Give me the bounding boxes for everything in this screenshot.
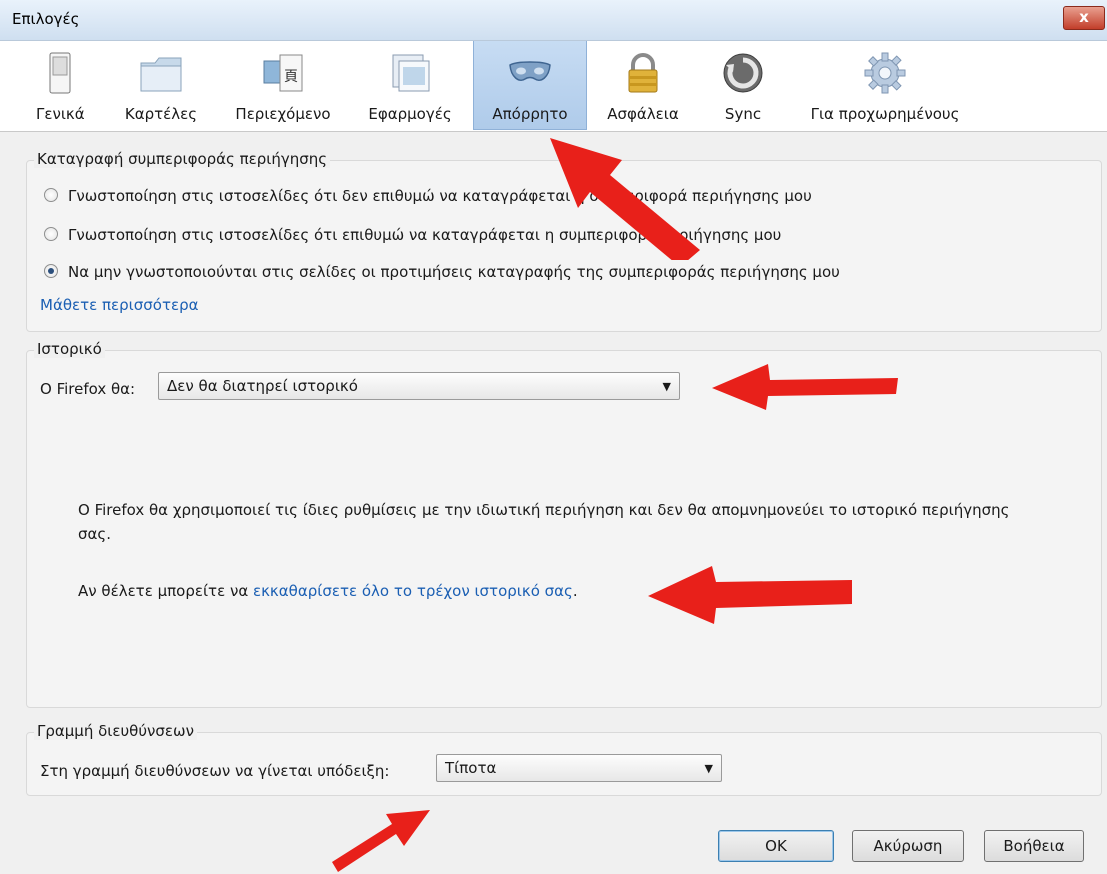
- tracking-group-title: Καταγραφή συμπεριφοράς περιήγησης: [34, 150, 331, 168]
- svg-text:頁: 頁: [284, 69, 298, 85]
- help-button[interactable]: Βοήθεια: [984, 830, 1084, 862]
- suggest-select[interactable]: Τίποτα ▼: [436, 754, 722, 782]
- sync-icon: [723, 53, 763, 93]
- chevron-down-icon: ▼: [704, 762, 713, 775]
- history-mode-value: Δεν θα διατηρεί ιστορικό: [167, 377, 358, 395]
- clear-history-line: Αν θέλετε μπορείτε να εκκαθαρίσετε όλο τ…: [78, 582, 578, 600]
- chevron-down-icon: ▼: [662, 380, 671, 393]
- tab-sync-label: Sync: [724, 105, 762, 123]
- preferences-toolbar: Γενικά Καρτέλες 頁 Περιεχόμενο Εφαρμογές …: [0, 41, 1107, 132]
- clear-history-prefix: Αν θέλετε μπορείτε να: [78, 582, 253, 600]
- history-description: Ο Firefox θα χρησιμοποιεί τις ίδιες ρυθμ…: [78, 501, 1010, 543]
- location-bar-group-title: Γραμμή διευθύνσεων: [34, 722, 197, 740]
- tab-content-label: Περιεχόμενο: [235, 105, 331, 123]
- window-title: Επιλογές: [12, 10, 80, 28]
- tab-security[interactable]: Ασφάλεια: [596, 41, 690, 129]
- clear-history-link[interactable]: εκκαθαρίσετε όλο το τρέχον ιστορικό σας: [253, 582, 573, 600]
- content-image-icon: 頁: [263, 54, 303, 92]
- tab-advanced-label: Για προχωρημένους: [810, 105, 960, 123]
- mask-icon: [509, 61, 551, 81]
- tab-sync[interactable]: Sync: [710, 41, 776, 129]
- tab-privacy[interactable]: Απόρρητο: [473, 41, 587, 130]
- tab-applications[interactable]: Εφαρμογές: [354, 41, 466, 129]
- clear-history-suffix: .: [572, 582, 578, 600]
- firefox-will-label: Ο Firefox θα:: [40, 380, 136, 398]
- radio-button[interactable]: [44, 188, 58, 202]
- tab-privacy-label: Απόρρητο: [492, 105, 568, 123]
- tracking-option-no-preference[interactable]: Να μην γνωστοποιούνται στις σελίδες οι π…: [44, 263, 840, 281]
- annotation-arrow-privacy-tab: [550, 138, 700, 260]
- cancel-button[interactable]: Ακύρωση: [852, 830, 964, 862]
- general-switch-icon: [49, 52, 71, 94]
- suggest-label: Στη γραμμή διευθύνσεων να γίνεται υπόδει…: [40, 762, 390, 780]
- suggest-value: Τίποτα: [445, 759, 497, 777]
- annotation-arrow-history-select: [712, 364, 898, 410]
- history-group-title: Ιστορικό: [34, 340, 105, 358]
- annotation-arrow-clear-history: [648, 566, 852, 624]
- ok-button[interactable]: OK: [718, 830, 834, 862]
- tab-applications-label: Εφαρμογές: [368, 105, 452, 123]
- tab-advanced[interactable]: Για προχωρημένους: [794, 41, 976, 129]
- tab-security-label: Ασφάλεια: [607, 105, 679, 123]
- tabs-folder-icon: [140, 57, 182, 92]
- close-button[interactable]: x: [1063, 6, 1105, 30]
- annotation-arrow-suggest-select: [332, 810, 430, 872]
- tab-tabs[interactable]: Καρτέλες: [114, 41, 208, 129]
- tab-general[interactable]: Γενικά: [36, 41, 85, 129]
- close-icon: x: [1079, 8, 1089, 26]
- radio-label: Να μην γνωστοποιούνται στις σελίδες οι π…: [68, 263, 840, 281]
- history-mode-select[interactable]: Δεν θα διατηρεί ιστορικό ▼: [158, 372, 680, 400]
- tab-general-label: Γενικά: [36, 105, 85, 123]
- options-dialog: Επιλογές x Γενικά Καρτέλες 頁 Περιεχόμενο…: [0, 0, 1107, 874]
- applications-window-icon: [392, 54, 430, 92]
- title-bar: Επιλογές x: [0, 0, 1107, 41]
- gear-icon: [864, 52, 906, 94]
- padlock-icon: [628, 53, 658, 93]
- tab-tabs-label: Καρτέλες: [124, 105, 198, 123]
- radio-button[interactable]: [44, 227, 58, 241]
- learn-more-link[interactable]: Μάθετε περισσότερα: [40, 296, 199, 314]
- tab-content[interactable]: 頁 Περιεχόμενο: [224, 41, 342, 129]
- radio-button-selected[interactable]: [44, 264, 58, 278]
